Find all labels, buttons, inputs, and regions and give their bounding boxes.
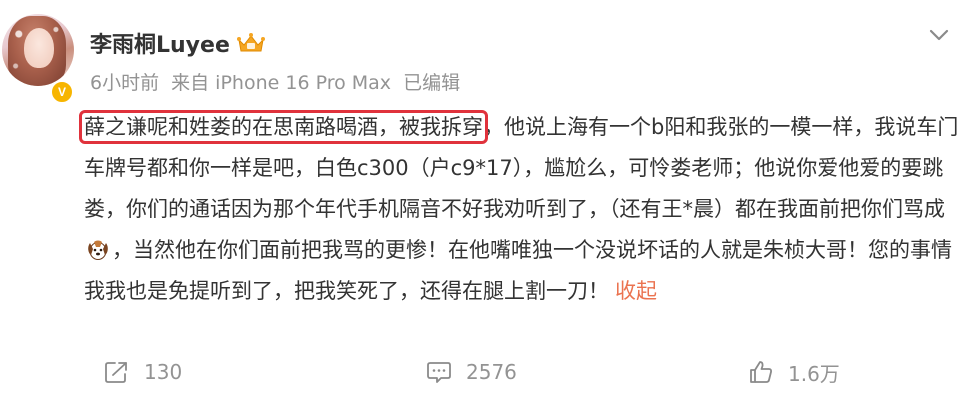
- like-button[interactable]: 1.6万: [748, 352, 840, 392]
- post-content: 薛之谦呢和姓娄的在思南路喝酒，被我拆穿，他说上海有一个b阳和我张的一模一样，我说…: [79, 107, 964, 312]
- share-icon: [105, 362, 127, 383]
- comment-icon: [427, 362, 451, 383]
- share-button[interactable]: 130: [104, 352, 182, 392]
- post-time[interactable]: 6小时前: [90, 72, 159, 94]
- collapse-link[interactable]: 收起: [615, 279, 657, 303]
- vip-crown-icon[interactable]: [236, 32, 266, 54]
- thumbs-up-icon: [750, 361, 772, 383]
- edited-label[interactable]: 已编辑: [403, 72, 460, 94]
- chevron-down-icon[interactable]: [928, 28, 950, 42]
- comment-count: 2576: [466, 360, 517, 384]
- verified-badge: V: [50, 80, 74, 104]
- dog-emoji: [88, 240, 108, 260]
- post-source: 来自 iPhone 16 Pro Max: [171, 72, 392, 94]
- highlighted-text: 薛之谦呢和姓娄的在思南路喝酒，被我拆穿: [79, 110, 488, 144]
- action-bar: 130 2576 1.6万: [0, 352, 977, 392]
- like-count: 1.6万: [788, 361, 840, 386]
- weibo-post: V 李雨桐Luyee 6小时前 来自 iPhone 16 Pro Max 已编辑…: [0, 0, 977, 401]
- post-text-part-2: ，当然他在你们面前把我骂的更惨！在他嘴唯独一个没说坏话的人就是朱桢大哥！您的事情…: [84, 238, 952, 303]
- share-count: 130: [144, 360, 183, 384]
- username[interactable]: 李雨桐Luyee: [90, 27, 230, 59]
- comment-button[interactable]: 2576: [426, 352, 517, 392]
- avatar[interactable]: [2, 14, 74, 86]
- avatar-sparkle: [6, 18, 70, 82]
- post-meta: 6小时前 来自 iPhone 16 Pro Max 已编辑: [90, 68, 466, 95]
